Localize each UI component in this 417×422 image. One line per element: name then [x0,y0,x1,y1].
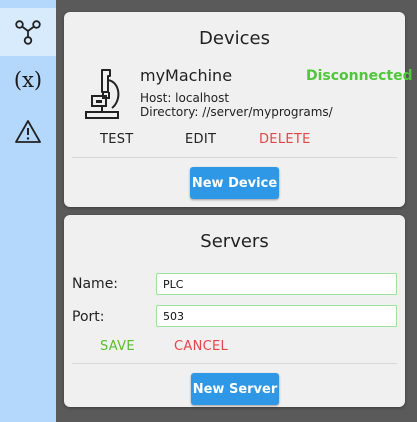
delete-button[interactable]: DELETE [259,132,311,147]
sidebar-item-devices[interactable] [0,8,56,56]
new-server-button[interactable]: New Server [191,373,279,405]
device-host: Host: localhost [140,91,230,105]
sidebar-item-alerts[interactable] [0,108,56,156]
device-name: myMachine [140,66,233,85]
test-button[interactable]: TEST [100,132,134,147]
name-label: Name: [72,276,119,292]
device-status: Disconnected [306,68,413,84]
variables-icon: (x) [13,68,43,92]
new-device-button[interactable]: New Device [190,167,279,199]
devices-title: Devices [199,28,270,49]
port-label: Port: [72,309,105,325]
edit-button[interactable]: EDIT [185,132,216,147]
servers-title: Servers [200,231,269,252]
divider [72,363,397,364]
network-nodes-icon [15,20,41,45]
microscope-icon [85,69,120,119]
divider [72,157,397,158]
cancel-button[interactable]: CANCEL [174,339,228,354]
warning-triangle-icon [15,120,41,143]
sidebar: (x) [0,0,56,422]
servers-card: Servers Name: Port: SAVE CANCEL New Serv… [64,215,405,407]
save-button[interactable]: SAVE [100,339,135,354]
devices-card: Devices myMachine Disconnected Host: loc… [64,12,413,207]
server-name-field[interactable] [156,273,397,295]
sidebar-item-variables[interactable]: (x) [0,56,56,104]
server-port-field[interactable] [156,305,397,327]
device-directory: Directory: //server/myprograms/ [140,105,333,119]
